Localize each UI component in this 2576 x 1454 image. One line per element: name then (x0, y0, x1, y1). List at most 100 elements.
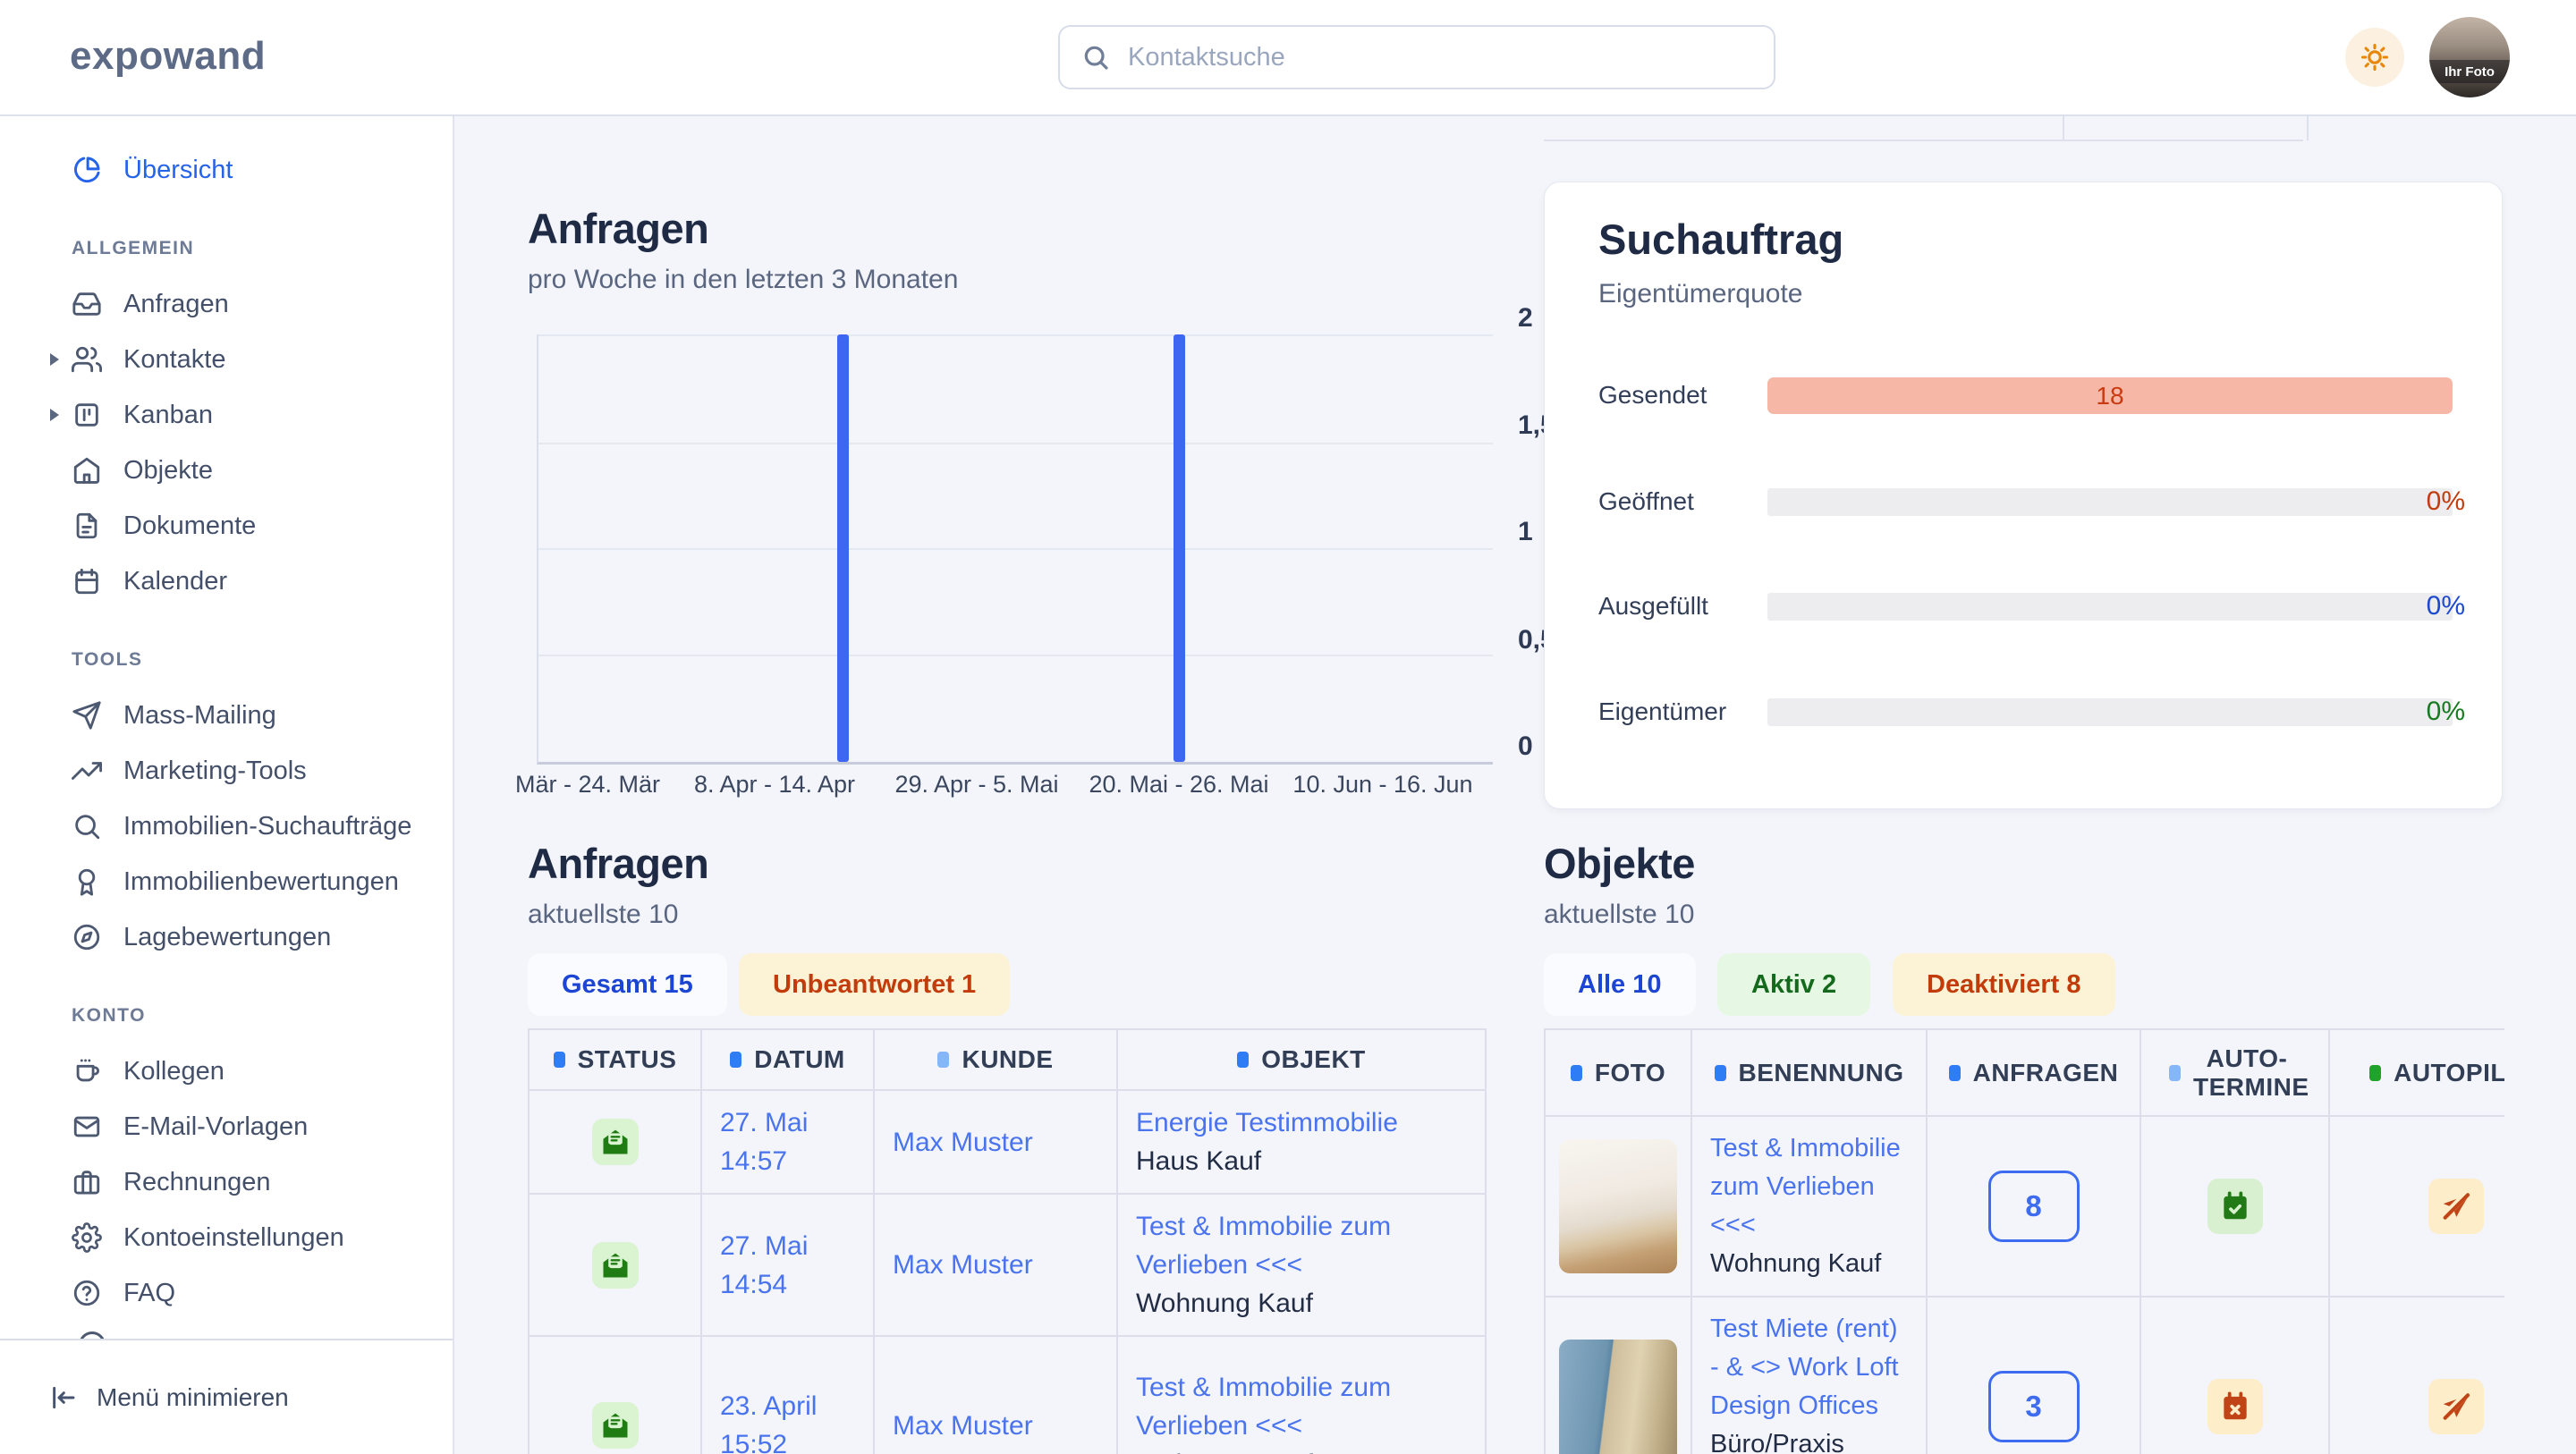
inbox-icon (72, 289, 102, 319)
sidebar-item-kontakte[interactable]: Kontakte (0, 340, 453, 379)
dashboard-screen: expowand Ihr Foto (0, 0, 2576, 1454)
sidebar-item-faq[interactable]: FAQ (0, 1273, 453, 1313)
autopilot-off-icon[interactable] (2428, 1179, 2484, 1234)
sidebar-item-immobilienbewertungen[interactable]: Immobilienbewertungen (0, 862, 453, 901)
x-tick: 20. Mai - 26. Mai (1089, 771, 1268, 799)
sidebar-item-objekte[interactable]: Objekte (0, 451, 453, 490)
column-header: OBJEKT (1261, 1045, 1366, 1074)
objekt-type: Büro/Praxis Miete (1710, 1425, 1908, 1454)
table-row: 27. Mai14:54 Max Muster Test & Immobilie… (529, 1194, 1486, 1336)
search-input[interactable] (1126, 42, 1752, 73)
filter-chip-gesamt[interactable]: Gesamt 15 (528, 953, 727, 1016)
users-icon (72, 344, 102, 375)
anfrage-date-link[interactable]: 27. Mai14:54 (720, 1227, 855, 1304)
sidebar-item-immobilien-suchauftraege[interactable]: Immobilien-Suchaufträge (0, 807, 453, 846)
objekte-table-clip: FOTO BENENNUNG ANFRAGEN AUTO-TERMINE AUT… (1544, 1028, 2504, 1454)
sidebar-item-uebersicht[interactable]: Übersicht (0, 150, 453, 190)
objekt-link[interactable]: Energie Testimmobilie (1136, 1103, 1467, 1142)
anfrage-date-link[interactable]: 27. Mai14:57 (720, 1103, 855, 1180)
chart-subtitle: pro Woche in den letzten 3 Monaten (528, 265, 958, 295)
calendar-x-icon[interactable] (2207, 1379, 2263, 1434)
mail-icon (72, 1112, 102, 1142)
sidebar-item-label: Mass-Mailing (123, 701, 276, 731)
kunde-link[interactable]: Max Muster (893, 1411, 1033, 1441)
sidebar-item-label: Kontoeinstellungen (123, 1223, 344, 1253)
sidebar-item-label: E-Mail-Vorlagen (123, 1112, 308, 1142)
gridline (538, 548, 1493, 550)
filter-chip-aktiv[interactable]: Aktiv 2 (1717, 953, 1870, 1016)
avatar-caption: Ihr Foto (2429, 60, 2510, 83)
objekt-type: Wohnung Kauf (1136, 1445, 1467, 1454)
column-bullet (1237, 1052, 1249, 1068)
quote-value: 0% (2427, 486, 2465, 517)
cutoff-sidebar-item (79, 1331, 109, 1339)
column-header: FOTO (1595, 1059, 1665, 1087)
kunde-link[interactable]: Max Muster (893, 1128, 1033, 1157)
sidebar-item-kollegen[interactable]: Kollegen (0, 1052, 453, 1091)
sidebar-item-kontoeinstellungen[interactable]: Kontoeinstellungen (0, 1218, 453, 1257)
objekt-type: Wohnung Kauf (1136, 1284, 1467, 1323)
quote-bar-ausgefuellt: 0% (1767, 593, 2453, 621)
anfragen-section-subtitle: aktuellste 10 (528, 900, 678, 930)
sidebar-item-lagebewertungen[interactable]: Lagebewertungen (0, 917, 453, 957)
theme-toggle-button[interactable] (2345, 28, 2404, 87)
briefcase-icon (72, 1167, 102, 1197)
sidebar-item-rechnungen[interactable]: Rechnungen (0, 1162, 453, 1202)
sidebar-item-marketing-tools[interactable]: Marketing-Tools (0, 751, 453, 790)
quote-value: 0% (2427, 591, 2465, 621)
collapse-menu-button[interactable]: Menü minimieren (0, 1339, 453, 1454)
column-header: ANFRAGEN (1973, 1059, 2119, 1087)
chart-title: Anfragen (528, 204, 708, 253)
sidebar-section-tools: TOOLS (0, 649, 453, 671)
sidebar-item-label: Lagebewertungen (123, 923, 331, 952)
calendar-check-icon[interactable] (2207, 1179, 2263, 1234)
kunde-link[interactable]: Max Muster (893, 1250, 1033, 1280)
app-logo: expowand (70, 34, 266, 79)
sidebar-item-kalender[interactable]: Kalender (0, 562, 453, 601)
sidebar-item-kanban[interactable]: Kanban (0, 395, 453, 435)
compass-icon (72, 922, 102, 952)
anfrage-date-link[interactable]: 23. April15:52 (720, 1387, 855, 1454)
anfragen-count-badge[interactable]: 8 (1988, 1171, 2080, 1242)
property-photo[interactable] (1559, 1340, 1677, 1454)
filter-chip-unbeantwortet[interactable]: Unbeantwortet 1 (739, 953, 1010, 1016)
search-icon (1081, 43, 1110, 72)
anfragen-table: STATUS DATUM KUNDE OBJEKT 27. Mai14:57 (528, 1028, 1487, 1454)
pie-chart-icon (72, 155, 102, 185)
chevron-right-icon[interactable] (50, 353, 59, 366)
sidebar-item-label: Immobilien-Suchaufträge (123, 812, 411, 841)
anfragen-count-badge[interactable]: 3 (1988, 1371, 2080, 1442)
objekt-link[interactable]: Test & Immobilie zum Verlieben <<< (1136, 1368, 1467, 1445)
sidebar-item-label: Marketing-Tools (123, 757, 307, 786)
property-photo[interactable] (1559, 1139, 1677, 1273)
sidebar-section-allgemein: ALLGEMEIN (0, 238, 453, 259)
anfragen-bar-chart (537, 334, 1493, 765)
sidebar-item-label: Kollegen (123, 1057, 225, 1086)
objekt-link[interactable]: Test & Immobilie zum Verlieben <<< (1710, 1129, 1908, 1245)
y-tick: 0 (1518, 731, 1533, 762)
contact-search[interactable] (1058, 25, 1775, 89)
x-tick: 8. Apr - 14. Apr (694, 771, 855, 799)
quote-value: 18 (2096, 382, 2123, 410)
quote-row-label: Eigentümer (1598, 697, 1726, 726)
paper-plane-icon (72, 700, 102, 731)
objekt-link[interactable]: Test Miete (rent) - & <> Work Loft Desig… (1710, 1310, 1908, 1425)
sidebar-item-dokumente[interactable]: Dokumente (0, 506, 453, 545)
sidebar-item-label: Übersicht (123, 156, 233, 185)
column-header: AUTO-TERMINE (2193, 1044, 2301, 1102)
chevron-right-icon[interactable] (50, 409, 59, 421)
coffee-icon (72, 1056, 102, 1086)
filter-chip-alle[interactable]: Alle 10 (1544, 953, 1696, 1016)
sidebar-item-email-vorlagen[interactable]: E-Mail-Vorlagen (0, 1107, 453, 1146)
quote-row-label: Geöffnet (1598, 487, 1694, 516)
user-avatar[interactable]: Ihr Foto (2429, 17, 2510, 97)
x-tick: Mär - 24. Mär (515, 771, 660, 799)
home-icon (72, 455, 102, 486)
sidebar-item-mass-mailing[interactable]: Mass-Mailing (0, 696, 453, 735)
collapse-menu-label: Menü minimieren (97, 1383, 289, 1412)
filter-chip-deaktiviert[interactable]: Deaktiviert 8 (1893, 953, 2115, 1016)
sidebar-item-anfragen[interactable]: Anfragen (0, 284, 453, 324)
autopilot-off-icon[interactable] (2428, 1379, 2484, 1434)
column-bullet (1949, 1065, 1961, 1081)
objekt-link[interactable]: Test & Immobilie zum Verlieben <<< (1136, 1207, 1467, 1284)
